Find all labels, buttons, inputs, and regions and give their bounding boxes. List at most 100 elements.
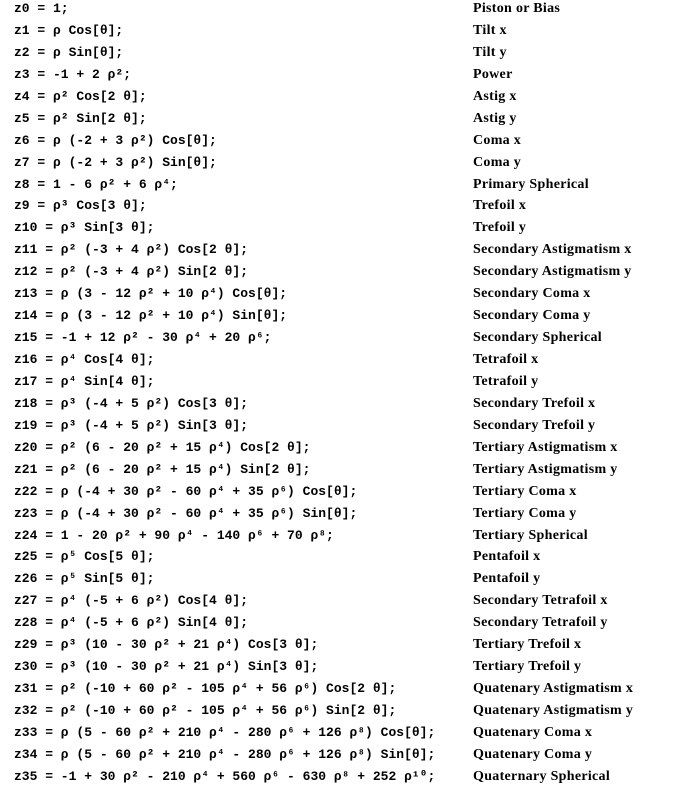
aberration-name: Secondary Trefoil y xyxy=(473,417,596,433)
aberration-name: Tilt y xyxy=(473,44,507,60)
zernike-row: z30 = ρ³ (10 - 30 ρ² + 21 ρ⁴) Sin[3 θ]; T… xyxy=(0,656,688,678)
zernike-row: z26 = ρ⁵ Sin[5 θ]; Pentafoil y xyxy=(0,568,688,590)
formula-cell: z3 = -1 + 2 ρ²; xyxy=(14,66,132,82)
zernike-row: z17 = ρ⁴ Sin[4 θ]; Tetrafoil y xyxy=(0,371,688,393)
zernike-row: z14 = ρ (3 - 12 ρ² + 10 ρ⁴) Sin[θ]; Secon… xyxy=(0,305,688,327)
formula-cell: z22 = ρ (-4 + 30 ρ² - 60 ρ⁴ + 35 ρ⁶) Cos… xyxy=(14,483,358,499)
aberration-name: Tetrafoil x xyxy=(473,352,539,367)
aberration-name: Tetrafoil y xyxy=(473,373,539,389)
aberration-name: Tertiary Coma x xyxy=(473,483,577,499)
zernike-row: z5 = ρ² Sin[2 θ]; Astig y xyxy=(0,108,688,130)
zernike-row: z28 = ρ⁴ (-5 + 6 ρ²) Sin[4 θ]; Secondary … xyxy=(0,612,688,634)
zernike-row: z18 = ρ³ (-4 + 5 ρ²) Cos[3 θ]; Secondary … xyxy=(0,393,688,415)
zernike-row: z33 = ρ (5 - 60 ρ² + 210 ρ⁴ - 280 ρ⁶ + 1… xyxy=(0,722,688,744)
zernike-row: z19 = ρ³ (-4 + 5 ρ²) Sin[3 θ]; Secondary … xyxy=(0,415,688,437)
formula-cell: z16 = ρ⁴ Cos[4 θ]; xyxy=(14,352,155,367)
zernike-row: z10 = ρ³ Sin[3 θ]; Trefoil y xyxy=(0,217,688,239)
aberration-name: Secondary Spherical xyxy=(473,330,602,346)
aberration-name: Tertiary Astigmatism x xyxy=(473,439,618,455)
aberration-name: Trefoil y xyxy=(473,220,527,236)
aberration-name: Astig y xyxy=(473,110,517,126)
aberration-name: Quaternary Spherical xyxy=(473,768,611,784)
zernike-row: z3 = -1 + 2 ρ²; Power xyxy=(0,64,688,86)
formula-cell: z28 = ρ⁴ (-5 + 6 ρ²) Sin[4 θ]; xyxy=(14,615,249,631)
aberration-name: Trefoil x xyxy=(473,198,527,214)
formula-cell: z6 = ρ (-2 + 3 ρ²) Cos[θ]; xyxy=(14,132,217,148)
aberration-name: Tertiary Spherical xyxy=(473,527,588,543)
formula-cell: z2 = ρ Sin[θ]; xyxy=(14,44,124,60)
zernike-row: z13 = ρ (3 - 12 ρ² + 10 ρ⁴) Cos[θ]; Secon… xyxy=(0,283,688,305)
formula-cell: z15 = -1 + 12 ρ² - 30 ρ⁴ + 20 ρ⁶; xyxy=(14,330,272,346)
aberration-name: Secondary Coma x xyxy=(473,286,591,302)
aberration-name: Primary Spherical xyxy=(473,176,589,192)
formula-cell: z8 = 1 - 6 ρ² + 6 ρ⁴; xyxy=(14,176,178,192)
formula-cell: z12 = ρ² (-3 + 4 ρ²) Sin[2 θ]; xyxy=(14,264,249,280)
zernike-row: z0 = 1; Piston or Bias xyxy=(0,0,688,20)
zernike-row: z9 = ρ³ Cos[3 θ]; Trefoil x xyxy=(0,195,688,217)
formula-cell: z14 = ρ (3 - 12 ρ² + 10 ρ⁴) Sin[θ]; xyxy=(14,308,288,324)
formula-cell: z17 = ρ⁴ Sin[4 θ]; xyxy=(14,373,155,389)
zernike-row: z24 = 1 - 20 ρ² + 90 ρ⁴ - 140 ρ⁶ + 70 ρ⁸… xyxy=(0,525,688,547)
aberration-name: Quatenary Coma x xyxy=(473,724,593,740)
zernike-row: z31 = ρ² (-10 + 60 ρ² - 105 ρ⁴ + 56 ρ⁶) … xyxy=(0,678,688,700)
formula-cell: z19 = ρ³ (-4 + 5 ρ²) Sin[3 θ]; xyxy=(14,417,249,433)
formula-cell: z11 = ρ² (-3 + 4 ρ²) Cos[2 θ]; xyxy=(14,242,249,258)
zernike-row: z12 = ρ² (-3 + 4 ρ²) Sin[2 θ]; Secondary … xyxy=(0,261,688,283)
aberration-name: Secondary Trefoil x xyxy=(473,395,596,411)
aberration-name: Quatenary Astigmatism y xyxy=(473,703,634,718)
zernike-row: z34 = ρ (5 - 60 ρ² + 210 ρ⁴ - 280 ρ⁶ + 1… xyxy=(0,744,688,766)
zernike-row: z22 = ρ (-4 + 30 ρ² - 60 ρ⁴ + 35 ρ⁶) Cos… xyxy=(0,481,688,503)
zernike-row: z20 = ρ² (6 - 20 ρ² + 15 ρ⁴) Cos[2 θ]; Te… xyxy=(0,437,688,459)
formula-cell: z35 = -1 + 30 ρ² - 210 ρ⁴ + 560 ρ⁶ - 630… xyxy=(14,768,436,784)
formula-cell: z23 = ρ (-4 + 30 ρ² - 60 ρ⁴ + 35 ρ⁶) Sin… xyxy=(14,505,358,521)
aberration-name: Piston or Bias xyxy=(473,1,561,16)
zernike-row: z21 = ρ² (6 - 20 ρ² + 15 ρ⁴) Sin[2 θ]; Te… xyxy=(0,459,688,481)
aberration-name: Quatenary Astigmatism x xyxy=(473,681,634,697)
formula-cell: z0 = 1; xyxy=(14,1,69,16)
formula-cell: z7 = ρ (-2 + 3 ρ²) Sin[θ]; xyxy=(14,154,217,170)
zernike-row: z27 = ρ⁴ (-5 + 6 ρ²) Cos[4 θ]; Secondary … xyxy=(0,590,688,612)
formula-cell: z5 = ρ² Sin[2 θ]; xyxy=(14,110,147,126)
zernike-row: z23 = ρ (-4 + 30 ρ² - 60 ρ⁴ + 35 ρ⁶) Sin… xyxy=(0,503,688,525)
formula-cell: z10 = ρ³ Sin[3 θ]; xyxy=(14,220,155,236)
aberration-name: Coma x xyxy=(473,132,522,148)
aberration-name: Tertiary Astigmatism y xyxy=(473,461,618,477)
aberration-name: Tertiary Trefoil y xyxy=(473,659,582,675)
formula-cell: z18 = ρ³ (-4 + 5 ρ²) Cos[3 θ]; xyxy=(14,395,249,411)
aberration-name: Pentafoil y xyxy=(473,571,541,587)
aberration-name: Tertiary Coma y xyxy=(473,505,577,521)
aberration-name: Coma y xyxy=(473,154,522,170)
aberration-name: Tilt x xyxy=(473,22,507,38)
zernike-row: z29 = ρ³ (10 - 30 ρ² + 21 ρ⁴) Cos[3 θ]; T… xyxy=(0,634,688,656)
zernike-row: z32 = ρ² (-10 + 60 ρ² - 105 ρ⁴ + 56 ρ⁶) … xyxy=(0,700,688,722)
formula-cell: z27 = ρ⁴ (-5 + 6 ρ²) Cos[4 θ]; xyxy=(14,593,249,609)
formula-cell: z30 = ρ³ (10 - 30 ρ² + 21 ρ⁴) Sin[3 θ]; xyxy=(14,659,319,675)
zernike-row: z8 = 1 - 6 ρ² + 6 ρ⁴; Primary Spherical xyxy=(0,174,688,196)
zernike-row: z15 = -1 + 12 ρ² - 30 ρ⁴ + 20 ρ⁶; Seconda… xyxy=(0,327,688,349)
aberration-name: Secondary Coma y xyxy=(473,308,591,324)
formula-cell: z1 = ρ Cos[θ]; xyxy=(14,22,124,38)
aberration-name: Secondary Tetrafoil y xyxy=(473,615,608,631)
formula-cell: z33 = ρ (5 - 60 ρ² + 210 ρ⁴ - 280 ρ⁶ + 1… xyxy=(14,724,436,740)
zernike-definitions-list: z0 = 1; Piston or Bias z1 = ρ Cos[θ]; Tilt … xyxy=(0,0,688,788)
zernike-row: z35 = -1 + 30 ρ² - 210 ρ⁴ + 560 ρ⁶ - 630… xyxy=(0,766,688,788)
zernike-row: z6 = ρ (-2 + 3 ρ²) Cos[θ]; Coma x xyxy=(0,130,688,152)
zernike-row: z16 = ρ⁴ Cos[4 θ]; Tetrafoil x xyxy=(0,349,688,371)
aberration-name: Secondary Tetrafoil x xyxy=(473,593,608,609)
formula-cell: z34 = ρ (5 - 60 ρ² + 210 ρ⁴ - 280 ρ⁶ + 1… xyxy=(14,746,436,762)
aberration-name: Secondary Astigmatism y xyxy=(473,264,632,280)
aberration-name: Secondary Astigmatism x xyxy=(473,242,632,258)
zernike-row: z7 = ρ (-2 + 3 ρ²) Sin[θ]; Coma y xyxy=(0,152,688,174)
formula-cell: z24 = 1 - 20 ρ² + 90 ρ⁴ - 140 ρ⁶ + 70 ρ⁸… xyxy=(14,527,334,543)
formula-cell: z29 = ρ³ (10 - 30 ρ² + 21 ρ⁴) Cos[3 θ]; xyxy=(14,637,319,653)
aberration-name: Tertiary Trefoil x xyxy=(473,637,582,653)
zernike-row: z25 = ρ⁵ Cos[5 θ]; Pentafoil x xyxy=(0,546,688,568)
formula-cell: z31 = ρ² (-10 + 60 ρ² - 105 ρ⁴ + 56 ρ⁶) … xyxy=(14,681,397,697)
formula-cell: z25 = ρ⁵ Cos[5 θ]; xyxy=(14,549,155,565)
aberration-name: Pentafoil x xyxy=(473,549,541,565)
formula-cell: z9 = ρ³ Cos[3 θ]; xyxy=(14,198,147,214)
aberration-name: Power xyxy=(473,66,513,82)
formula-cell: z13 = ρ (3 - 12 ρ² + 10 ρ⁴) Cos[θ]; xyxy=(14,286,288,302)
zernike-row: z2 = ρ Sin[θ]; Tilt y xyxy=(0,42,688,64)
formula-cell: z26 = ρ⁵ Sin[5 θ]; xyxy=(14,571,155,587)
